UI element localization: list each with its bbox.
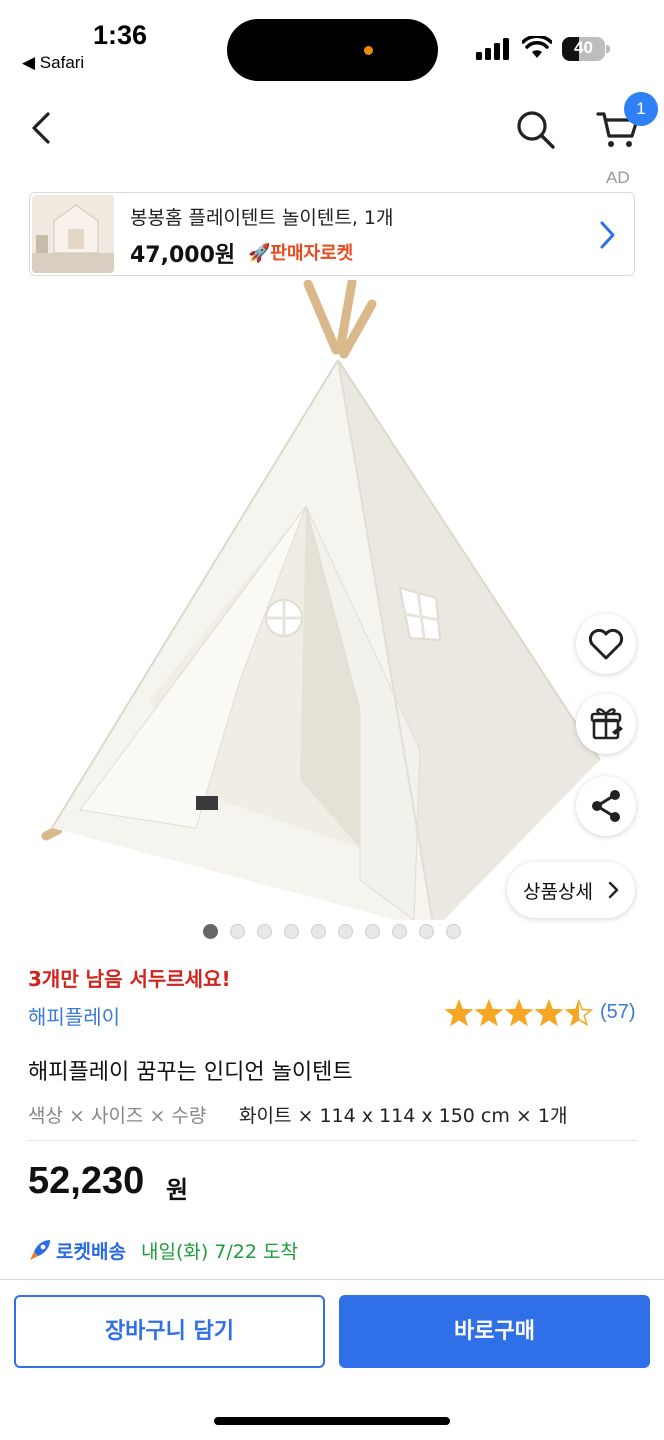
heart-icon [588,628,624,660]
pagination-dot[interactable] [392,924,407,939]
image-pagination[interactable] [203,924,461,940]
share-button[interactable] [576,776,636,836]
ad-banner[interactable]: 봉봉홈 플레이텐트 놀이텐트, 1개 47,000원 🚀판매자로켓 [29,192,635,276]
seller-rocket-badge: 🚀판매자로켓 [248,243,354,264]
delivery-date: 내일(화) 7/22 도착 [141,1241,298,1263]
price-unit: 원 [166,1176,189,1204]
product-detail-label: 상품상세 [523,881,593,903]
divider [28,1140,637,1141]
options-label: 색상 × 사이즈 × 수량 [28,1105,207,1127]
stock-warning: 3개만 남음 서두르세요! [28,967,231,991]
back-to-safari-link[interactable]: ◀ Safari [22,53,84,73]
battery-level: 40 [574,38,593,57]
wifi-icon [522,36,552,58]
privacy-indicator-dot [364,46,373,55]
options-value[interactable]: 화이트 × 114 x 114 x 150 cm × 1개 [239,1101,567,1128]
review-count[interactable]: (57) [600,1001,636,1024]
pagination-dot[interactable] [311,924,326,939]
rating-stars[interactable] [444,999,594,1029]
cart-count-badge[interactable]: 1 [624,92,658,126]
rocket-icon [30,1240,50,1260]
dynamic-island [227,19,438,81]
pagination-dot[interactable] [257,924,272,939]
ad-label: AD [606,168,630,187]
gift-icon [590,708,623,740]
product-image[interactable] [0,280,664,920]
wishlist-button[interactable] [576,614,636,674]
star-icon [504,999,534,1027]
product-detail-button[interactable]: 상품상세 [507,862,635,918]
brand-link[interactable]: 해피플레이 [28,1001,120,1030]
rocket-delivery-label: 로켓배송 [56,1241,126,1263]
pagination-dot[interactable] [338,924,353,939]
chevron-right-icon [608,881,619,899]
pagination-dot[interactable] [230,924,245,939]
buy-now-button[interactable]: 바로구매 [339,1295,650,1368]
star-icon [444,999,474,1027]
battery-icon: 40 [562,37,610,61]
back-icon[interactable] [24,108,60,148]
pagination-dot[interactable] [446,924,461,939]
share-icon [592,790,620,822]
price: 52,230 [28,1160,145,1202]
star-icon [534,999,564,1027]
pagination-dot[interactable] [284,924,299,939]
search-icon[interactable] [514,108,556,150]
home-indicator[interactable] [214,1417,450,1425]
star-icon [474,999,504,1027]
ad-price: 47,000원 [130,243,236,268]
gift-button[interactable] [576,694,636,754]
pagination-dot[interactable] [365,924,380,939]
chevron-right-icon [600,221,615,249]
pagination-dot[interactable] [419,924,434,939]
star-icon [564,999,594,1027]
ad-title: 봉봉홈 플레이텐트 놀이텐트, 1개 [130,207,394,229]
ad-thumbnail [32,195,114,273]
cellular-signal-icon [476,38,509,60]
product-name: 해피플레이 꿈꾸는 인디언 놀이텐트 [28,1060,353,1085]
add-to-cart-button[interactable]: 장바구니 담기 [14,1295,325,1368]
pagination-dot[interactable] [203,924,218,939]
status-time: 1:36 [93,20,148,50]
